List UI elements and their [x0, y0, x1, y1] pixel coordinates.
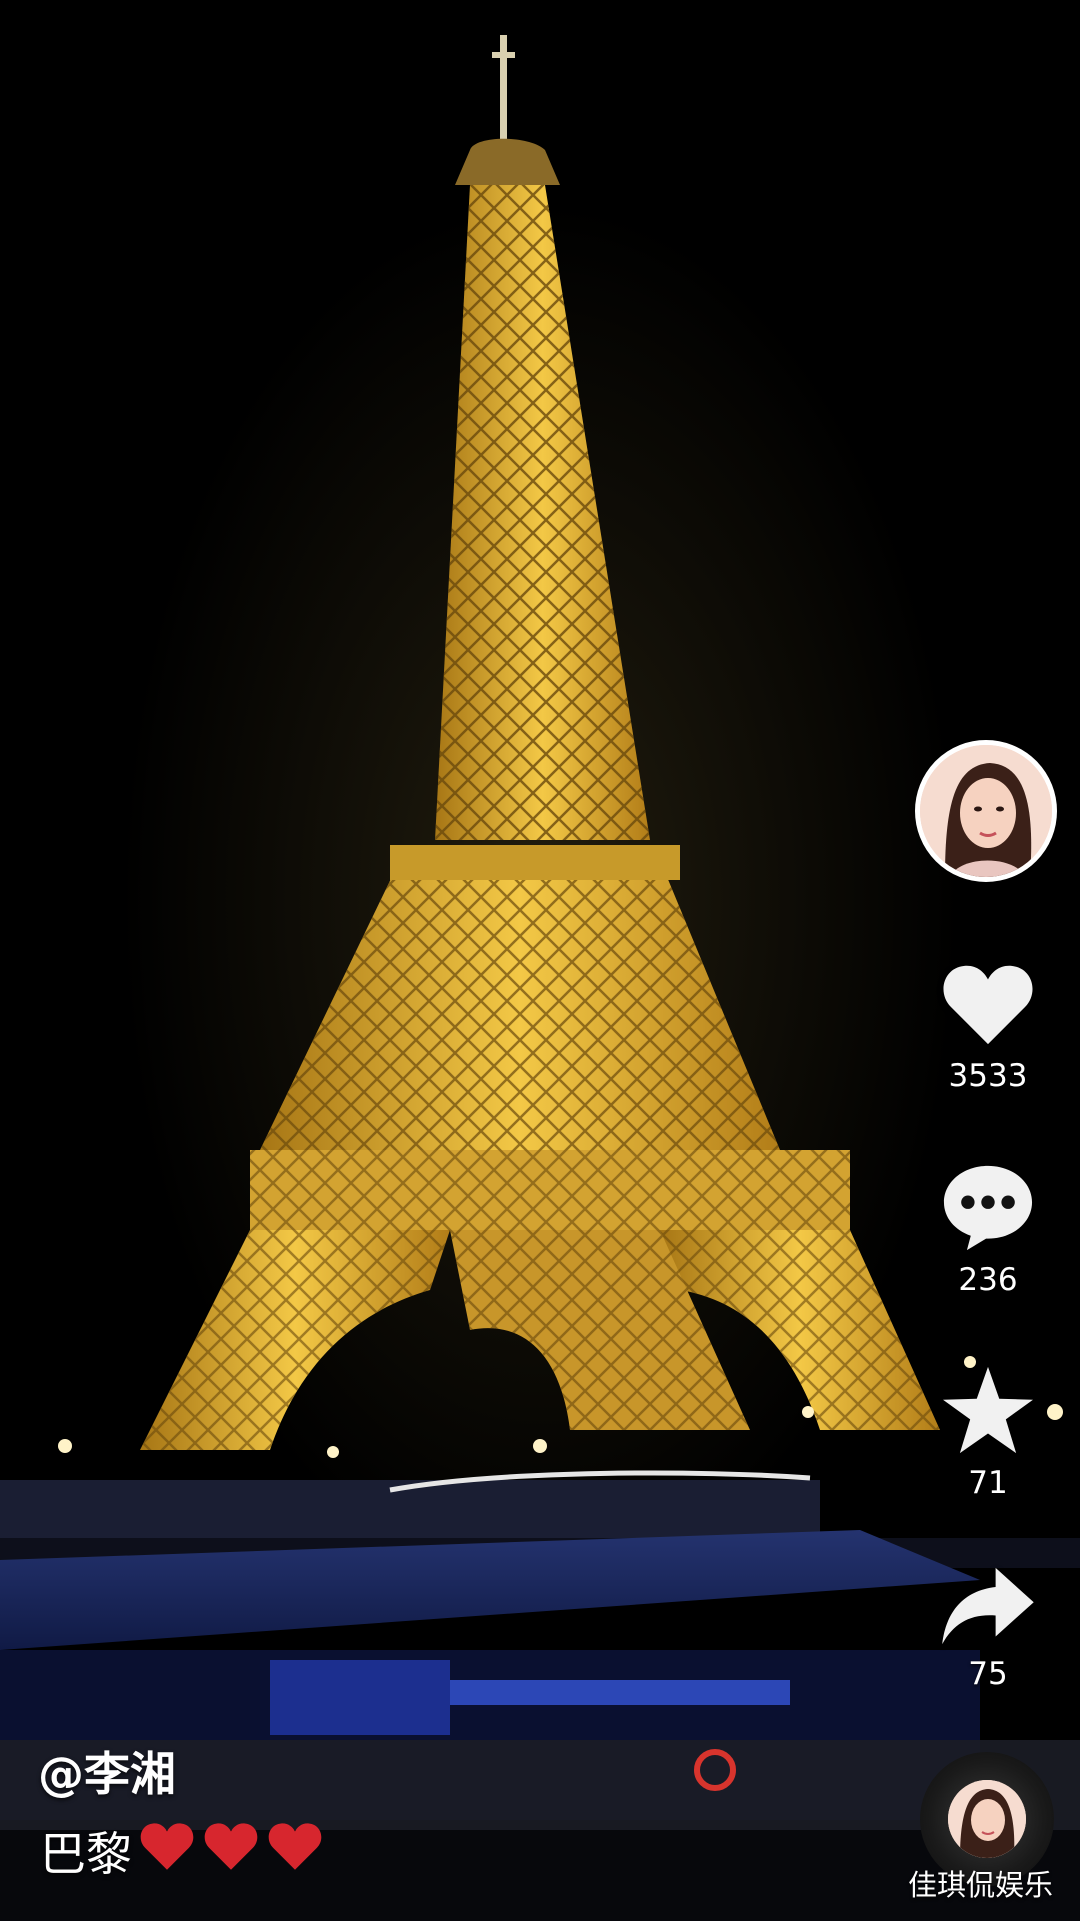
author-avatar[interactable]	[915, 740, 1057, 882]
music-disc-avatar	[948, 1780, 1026, 1858]
disc-portrait-icon	[948, 1780, 1026, 1858]
like-count: 3533	[948, 1058, 1028, 1094]
caption-text: 巴黎	[40, 1827, 132, 1881]
comment-button[interactable]: 236	[918, 1162, 1058, 1298]
avatar-portrait-icon	[920, 745, 1052, 877]
share-button[interactable]: 75	[918, 1566, 1058, 1692]
share-arrow-icon	[942, 1567, 1034, 1645]
watermark-text: 佳琪侃娱乐	[908, 1868, 1054, 1902]
comment-count: 236	[958, 1262, 1018, 1298]
favorite-count: 71	[968, 1465, 1008, 1501]
comment-bubble-icon	[943, 1165, 1033, 1251]
star-icon	[943, 1366, 1033, 1454]
heart-icon	[943, 965, 1033, 1045]
like-button[interactable]: 3533	[918, 960, 1058, 1094]
video-caption: 巴黎	[40, 1818, 324, 1884]
author-handle[interactable]: @李湘	[38, 1738, 176, 1804]
heart-emoji	[266, 1820, 324, 1883]
heart-emoji	[138, 1820, 196, 1883]
favorite-button[interactable]: 71	[918, 1365, 1058, 1501]
share-count: 75	[968, 1656, 1008, 1692]
heart-emoji	[202, 1820, 260, 1883]
